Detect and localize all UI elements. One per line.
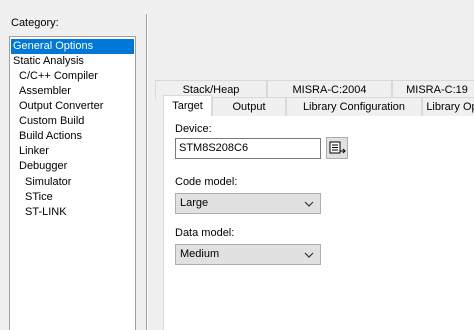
category-item-output-converter[interactable]: Output Converter xyxy=(19,99,103,114)
category-item-general-options[interactable]: General Options xyxy=(11,39,134,54)
tab-target[interactable]: Target xyxy=(163,95,212,116)
category-item-linker[interactable]: Linker xyxy=(19,144,49,159)
device-label: Device: xyxy=(175,123,212,135)
code-model-value: Large xyxy=(180,197,209,209)
category-item-static-analysis[interactable]: Static Analysis xyxy=(13,54,84,69)
data-model-label: Data model: xyxy=(175,227,235,239)
tab-output[interactable]: Output xyxy=(212,97,286,116)
data-model-select[interactable]: Medium xyxy=(175,244,321,265)
category-list[interactable]: General Options Static Analysis C/C++ Co… xyxy=(9,36,136,330)
chevron-down-icon xyxy=(304,252,314,258)
category-item-simulator[interactable]: Simulator xyxy=(25,175,71,190)
device-field[interactable]: STM8S208C6 xyxy=(175,138,321,159)
category-item-debugger[interactable]: Debugger xyxy=(19,159,67,174)
data-model-value: Medium xyxy=(180,248,220,260)
category-item-build-actions[interactable]: Build Actions xyxy=(19,129,82,144)
category-item-c-cpp-compiler[interactable]: C/C++ Compiler xyxy=(19,69,98,84)
tab-library-configuration[interactable]: Library Configuration xyxy=(286,97,422,116)
code-model-select[interactable]: Large xyxy=(175,193,321,214)
category-label: Category: xyxy=(11,17,59,29)
device-list-icon xyxy=(329,141,346,154)
code-model-label: Code model: xyxy=(175,176,238,188)
chevron-down-icon xyxy=(304,201,314,207)
tab-row-bottom: Target Output Library Configuration Libr… xyxy=(163,95,474,116)
category-item-stice[interactable]: STice xyxy=(25,190,53,205)
category-item-assembler[interactable]: Assembler xyxy=(19,84,71,99)
category-item-custom-build[interactable]: Custom Build xyxy=(19,114,84,129)
device-browse-button[interactable] xyxy=(326,137,348,159)
tab-library-options[interactable]: Library Op xyxy=(422,97,474,116)
category-item-st-link[interactable]: ST-LINK xyxy=(25,205,67,220)
